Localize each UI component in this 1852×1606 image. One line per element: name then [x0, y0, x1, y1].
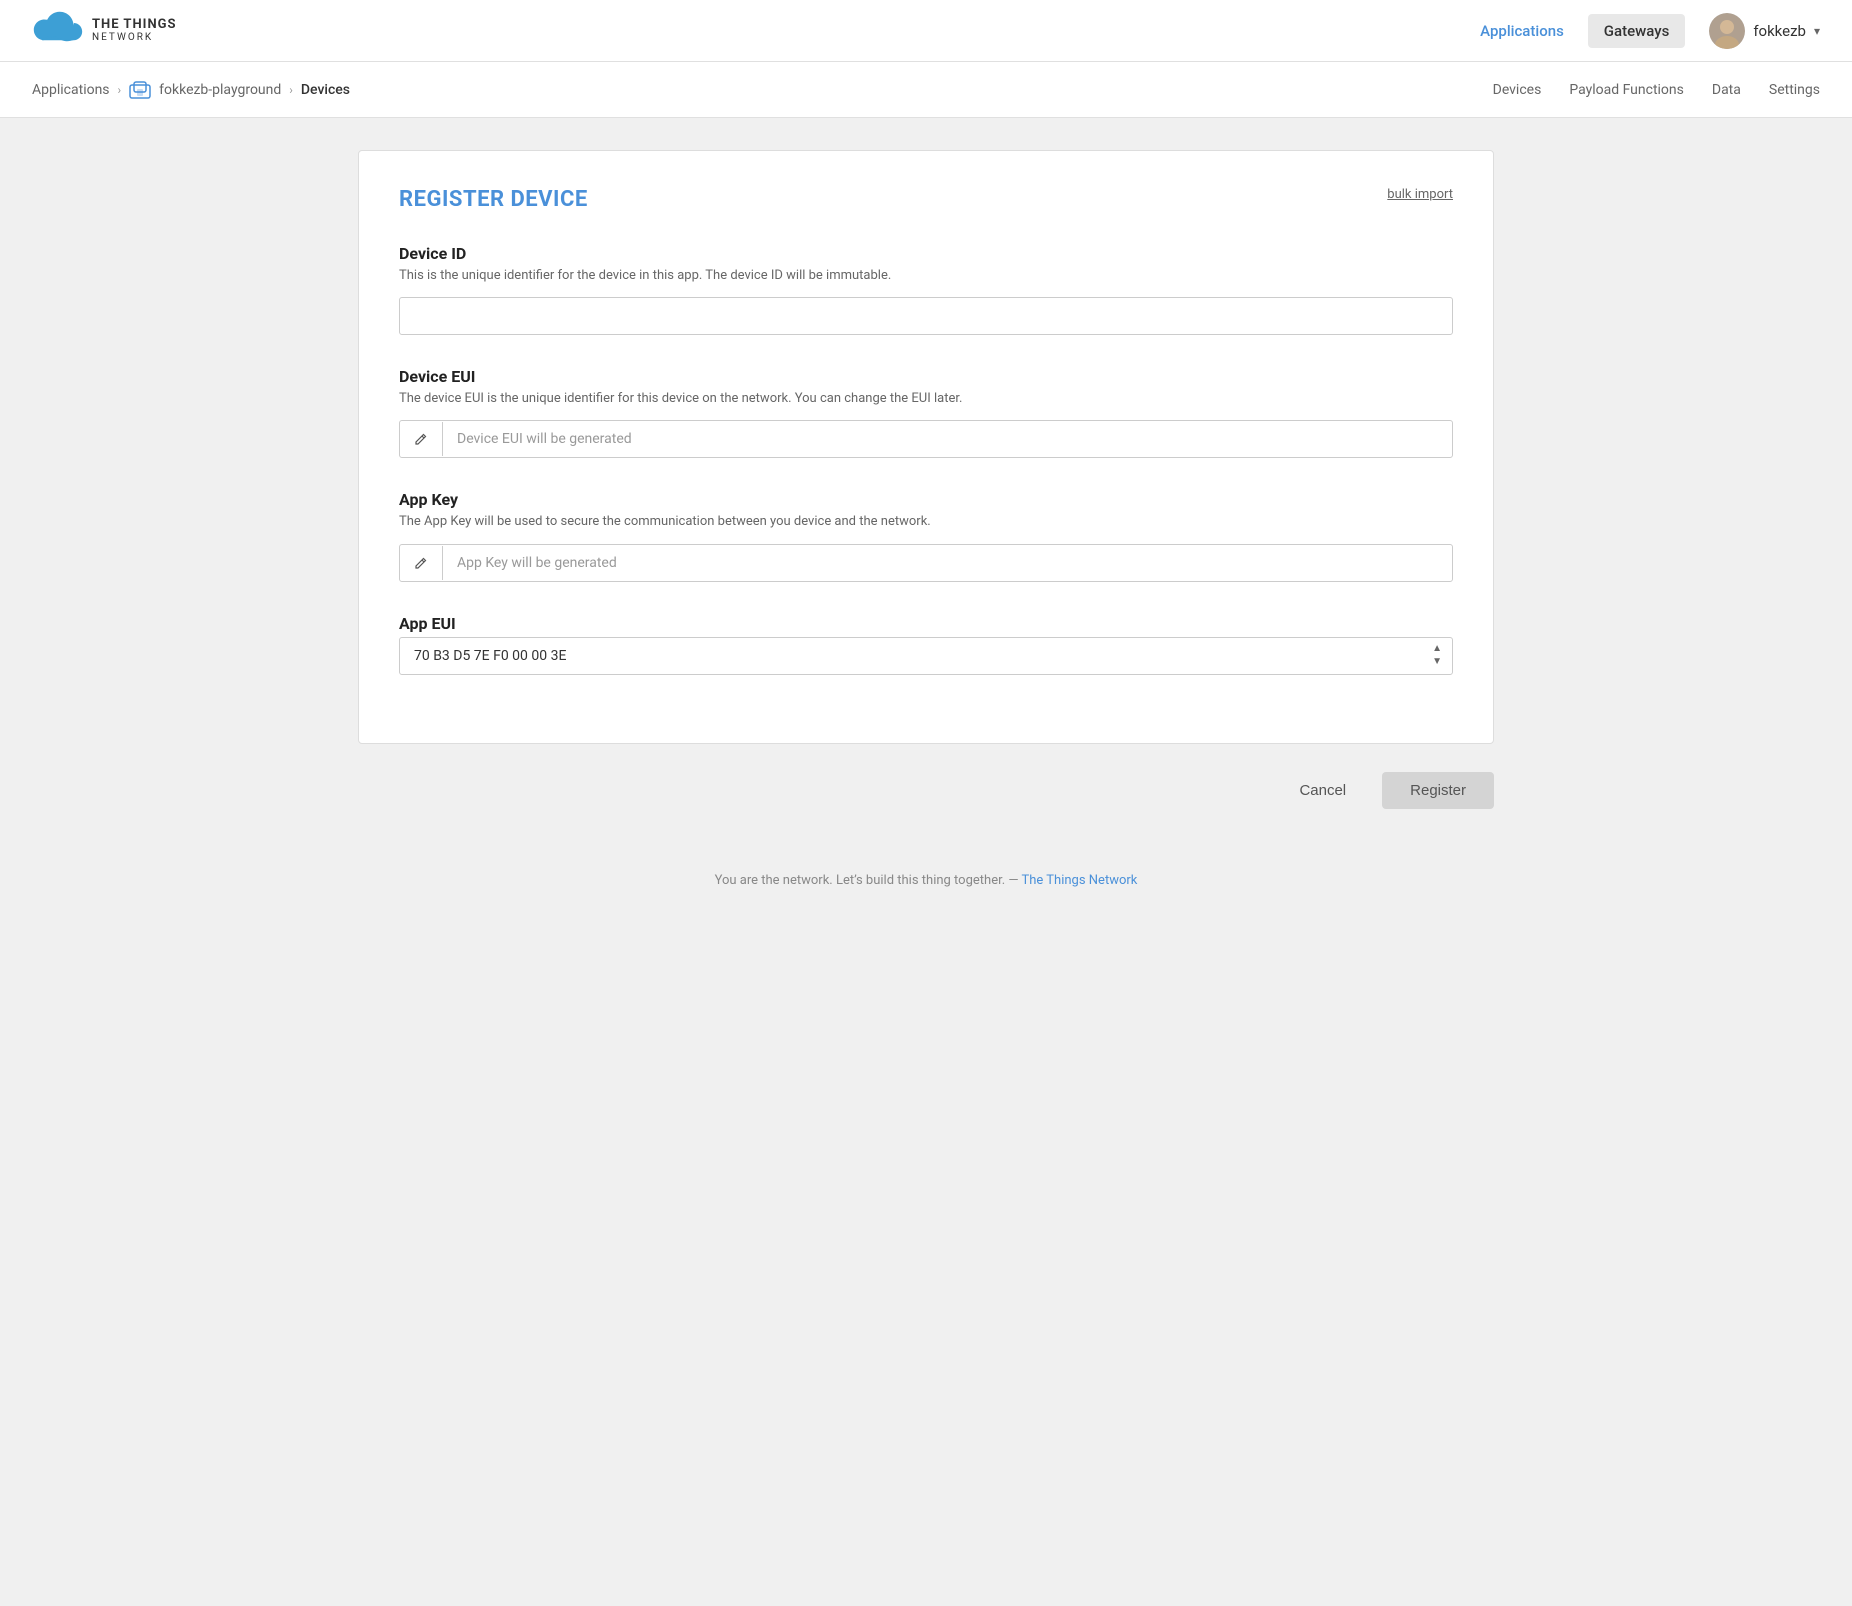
sub-nav: Devices Payload Functions Data Settings	[1493, 82, 1820, 98]
subnav-settings[interactable]: Settings	[1769, 82, 1820, 98]
breadcrumb-sep-2: ›	[289, 83, 293, 97]
app-eui-label: App EUI	[399, 614, 1453, 633]
breadcrumb-app-icon	[129, 81, 151, 99]
breadcrumb-current: Devices	[301, 82, 350, 98]
applications-nav-link[interactable]: Applications	[1480, 22, 1564, 40]
subnav-devices[interactable]: Devices	[1493, 82, 1542, 98]
app-eui-value: 70 B3 D5 7E F0 00 00 3E	[400, 638, 1422, 674]
breadcrumb-app-name[interactable]: fokkezb-playground	[159, 82, 281, 98]
device-eui-description: The device EUI is the unique identifier …	[399, 390, 1453, 408]
device-id-section: Device ID This is the unique identifier …	[399, 244, 1453, 335]
user-name-label: fokkezb	[1753, 22, 1806, 40]
app-eui-input-wrapper: 70 B3 D5 7E F0 00 00 3E ▲ ▼	[399, 637, 1453, 675]
main-content: REGISTER DEVICE bulk import Device ID Th…	[326, 118, 1526, 841]
app-key-label: App Key	[399, 490, 1453, 509]
device-id-description: This is the unique identifier for the de…	[399, 267, 1453, 285]
stepper-up-icon: ▲	[1432, 643, 1442, 655]
footer-actions: Cancel Register	[358, 772, 1494, 809]
subnav-payload-functions[interactable]: Payload Functions	[1569, 82, 1684, 98]
logo: THE THINGS NETWORK	[32, 10, 177, 52]
breadcrumb-nav: Applications › fokkezb-playground › Devi…	[0, 62, 1852, 118]
breadcrumb-sep-1: ›	[118, 83, 122, 97]
breadcrumb-applications[interactable]: Applications	[32, 82, 110, 98]
page-title: REGISTER DEVICE	[399, 187, 588, 212]
app-key-edit-button[interactable]	[400, 546, 443, 580]
device-eui-label: Device EUI	[399, 367, 1453, 386]
device-id-input[interactable]	[399, 297, 1453, 335]
app-key-section: App Key The App Key will be used to secu…	[399, 490, 1453, 581]
breadcrumb: Applications › fokkezb-playground › Devi…	[32, 81, 350, 99]
device-id-label: Device ID	[399, 244, 1453, 263]
stepper-down-icon: ▼	[1432, 656, 1442, 668]
pencil-icon	[414, 556, 428, 570]
cancel-button[interactable]: Cancel	[1279, 772, 1366, 809]
top-nav: THE THINGS NETWORK Applications Gateways…	[0, 0, 1852, 62]
page-footer: You are the network. Let’s build this th…	[0, 841, 1852, 920]
register-button[interactable]: Register	[1382, 772, 1494, 809]
avatar	[1709, 13, 1745, 49]
app-key-input-wrapper: App Key will be generated	[399, 544, 1453, 582]
gateways-nav-link[interactable]: Gateways	[1588, 14, 1686, 48]
app-eui-stepper[interactable]: ▲ ▼	[1422, 639, 1452, 672]
device-eui-input-wrapper: Device EUI will be generated	[399, 420, 1453, 458]
subnav-data[interactable]: Data	[1712, 82, 1741, 98]
register-header: REGISTER DEVICE bulk import	[399, 187, 1453, 212]
register-card: REGISTER DEVICE bulk import Device ID Th…	[358, 150, 1494, 744]
device-eui-section: Device EUI The device EUI is the unique …	[399, 367, 1453, 458]
pencil-icon	[414, 432, 428, 446]
device-eui-placeholder: Device EUI will be generated	[443, 421, 1452, 457]
footer-text: You are the network. Let’s build this th…	[715, 873, 1019, 888]
app-key-description: The App Key will be used to secure the c…	[399, 513, 1453, 531]
app-key-placeholder: App Key will be generated	[443, 545, 1452, 581]
footer-link[interactable]: The Things Network	[1022, 873, 1138, 888]
bulk-import-link[interactable]: bulk import	[1387, 187, 1453, 202]
chevron-down-icon: ▾	[1814, 24, 1820, 38]
device-eui-edit-button[interactable]	[400, 422, 443, 456]
top-nav-right: Applications Gateways fokkezb ▾	[1480, 13, 1820, 49]
logo-text: THE THINGS NETWORK	[92, 18, 177, 43]
cloud-logo-icon	[32, 10, 84, 52]
user-menu[interactable]: fokkezb ▾	[1709, 13, 1820, 49]
app-eui-section: App EUI 70 B3 D5 7E F0 00 00 3E ▲ ▼	[399, 614, 1453, 675]
